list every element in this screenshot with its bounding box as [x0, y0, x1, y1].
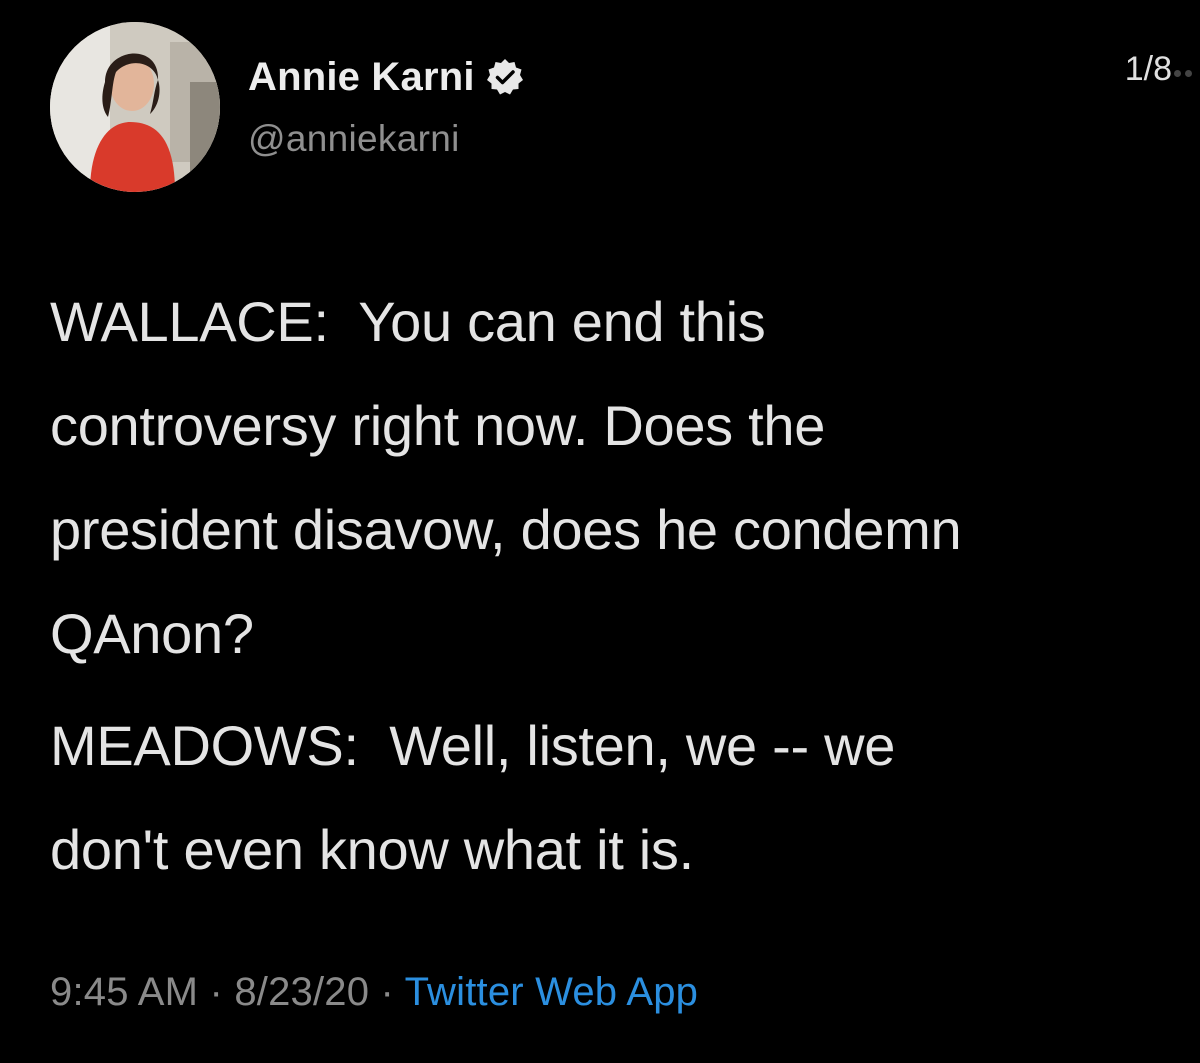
- meta-separator: ·: [198, 970, 235, 1014]
- tweet-source-link[interactable]: Twitter Web App: [405, 970, 699, 1014]
- tweet-paragraph: WALLACE: You can end this controversy ri…: [50, 290, 962, 665]
- tweet-paragraph: MEADOWS: Well, listen, we -- we don't ev…: [50, 714, 896, 881]
- tweet-card: Annie Karni @anniekarni 1/8 WALLACE: You…: [0, 0, 1200, 1063]
- author-display-name[interactable]: Annie Karni: [248, 55, 475, 100]
- avatar[interactable]: [50, 22, 220, 192]
- tweet-time[interactable]: 9:45 AM: [50, 970, 198, 1014]
- avatar-photo: [50, 22, 220, 192]
- author-name-row: Annie Karni: [248, 52, 525, 102]
- tweet-meta: 9:45 AM · 8/23/20 · Twitter Web App: [50, 970, 698, 1015]
- page-counter: 1/8: [1124, 50, 1172, 88]
- more-dots-icon: [1174, 64, 1200, 77]
- author-handle[interactable]: @anniekarni: [248, 118, 525, 160]
- meta-separator: ·: [369, 970, 405, 1014]
- verified-badge-icon: [485, 57, 525, 97]
- tweet-date[interactable]: 8/23/20: [234, 970, 369, 1014]
- tweet-text: WALLACE: You can end this controversy ri…: [50, 270, 1180, 902]
- tweet-author: Annie Karni @anniekarni: [248, 52, 525, 160]
